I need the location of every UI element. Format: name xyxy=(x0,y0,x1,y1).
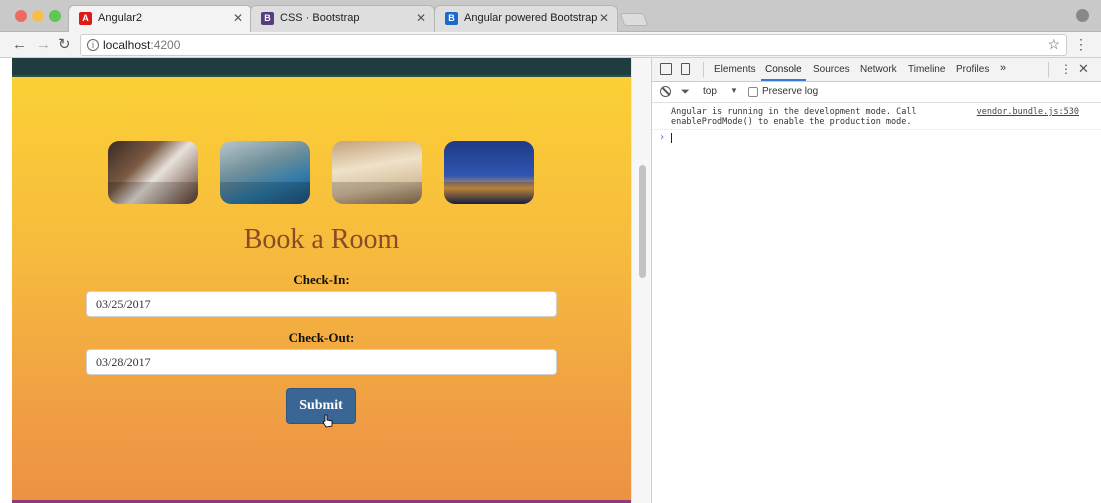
console-input[interactable] xyxy=(671,133,672,143)
tab-network[interactable]: Network xyxy=(860,64,897,75)
checkout-date-field[interactable]: 03/28/2017 xyxy=(86,349,557,375)
page-viewport: Book a Room Check-In: 03/25/2017 Check-O… xyxy=(12,58,631,503)
close-window-button[interactable] xyxy=(15,10,27,22)
tab-title: Angular powered Bootstrap xyxy=(464,12,598,24)
tab-close-icon[interactable]: ✕ xyxy=(233,11,243,25)
bookmark-star-icon[interactable]: ☆ xyxy=(1047,36,1060,53)
checkout-label: Check-Out: xyxy=(288,330,355,345)
clear-console-icon[interactable] xyxy=(660,86,671,97)
checkin-label: Check-In: xyxy=(293,272,350,287)
filter-icon[interactable]: ⏷ xyxy=(681,86,690,99)
console-message: Angular is running in the development mo… xyxy=(652,104,1101,130)
tab-sources[interactable]: Sources xyxy=(813,64,850,75)
tab-title: Angular2 xyxy=(98,12,143,24)
bootstrap-favicon-icon: B xyxy=(261,12,274,25)
hand-pointer-cursor-icon xyxy=(322,414,333,428)
toolbar-divider xyxy=(1048,62,1049,77)
tab-console[interactable]: Console xyxy=(761,64,806,81)
toolbar-divider xyxy=(703,62,704,77)
zoom-window-button[interactable] xyxy=(49,10,61,22)
indoor-pool-photo xyxy=(220,141,310,204)
new-tab-button[interactable] xyxy=(619,13,649,26)
devtools-tab-bar: Elements Console Sources Network Timelin… xyxy=(652,58,1101,82)
browser-window: A Angular2 ✕ B CSS · Bootstrap ✕ B Angul… xyxy=(0,0,1101,503)
url-host: localhost xyxy=(103,38,151,52)
more-tabs-chevron-icon[interactable]: » xyxy=(1000,62,1006,74)
london-night-skyline-photo xyxy=(444,141,534,204)
console-toolbar: ⏷ top ▼ Preserve log xyxy=(652,82,1101,103)
preserve-log-label: Preserve log xyxy=(762,86,819,97)
ng-bootstrap-favicon-icon: B xyxy=(445,12,458,25)
checkin-date-field[interactable]: 03/25/2017 xyxy=(86,291,557,317)
profile-avatar-icon[interactable] xyxy=(1076,9,1089,22)
tab-close-icon[interactable]: ✕ xyxy=(599,11,609,25)
address-bar[interactable]: i localhost:4200 ☆ xyxy=(80,34,1067,56)
back-arrow-icon[interactable]: ← xyxy=(12,36,27,54)
angular-favicon-icon: A xyxy=(79,12,92,25)
device-toolbar-icon[interactable] xyxy=(681,63,690,75)
reload-icon[interactable]: ↻ xyxy=(58,36,71,54)
tab-elements[interactable]: Elements xyxy=(714,64,756,75)
forward-arrow-icon[interactable]: → xyxy=(36,36,51,54)
page-navbar xyxy=(12,58,631,77)
tab-strip: A Angular2 ✕ B CSS · Bootstrap ✕ B Angul… xyxy=(0,0,1101,33)
devtools-menu-icon[interactable]: ⋮ xyxy=(1060,62,1072,76)
devtools-panel: Elements Console Sources Network Timelin… xyxy=(652,58,1101,503)
console-source-link[interactable]: vendor.bundle.js:530 xyxy=(977,107,1079,117)
preserve-log-checkbox[interactable] xyxy=(748,87,758,97)
context-selector[interactable]: top xyxy=(703,86,717,97)
browser-toolbar: ← → ↻ i localhost:4200 ☆ ⋮ xyxy=(0,32,1101,58)
browser-menu-icon[interactable]: ⋮ xyxy=(1074,36,1088,53)
url-port: :4200 xyxy=(150,38,181,52)
tab-close-icon[interactable]: ✕ xyxy=(416,11,426,25)
browser-tab-angular2[interactable]: A Angular2 ✕ xyxy=(68,5,252,33)
tab-title: CSS · Bootstrap xyxy=(280,12,360,24)
page-scrollbar[interactable] xyxy=(631,58,652,503)
hotel-bedroom-photo xyxy=(108,141,198,204)
console-prompt-icon: › xyxy=(659,132,666,143)
console-message-text: Angular is running in the development mo… xyxy=(671,107,917,127)
submit-button[interactable]: Submit xyxy=(286,388,356,424)
scrollbar-thumb[interactable] xyxy=(639,165,646,278)
browser-tab-angular-bootstrap[interactable]: B Angular powered Bootstrap ✕ xyxy=(434,5,618,32)
devtools-close-icon[interactable]: ✕ xyxy=(1078,61,1089,77)
tab-profiles[interactable]: Profiles xyxy=(956,64,989,75)
dining-hall-photo xyxy=(332,141,422,204)
inspect-element-icon[interactable] xyxy=(660,63,672,75)
chevron-down-icon[interactable]: ▼ xyxy=(730,86,738,95)
page-title: Book a Room xyxy=(243,224,400,255)
site-info-icon[interactable]: i xyxy=(87,39,99,51)
tab-timeline[interactable]: Timeline xyxy=(908,64,945,75)
minimize-window-button[interactable] xyxy=(32,10,44,22)
browser-tab-css-bootstrap[interactable]: B CSS · Bootstrap ✕ xyxy=(250,5,435,32)
url-text[interactable]: localhost:4200 xyxy=(103,38,180,52)
